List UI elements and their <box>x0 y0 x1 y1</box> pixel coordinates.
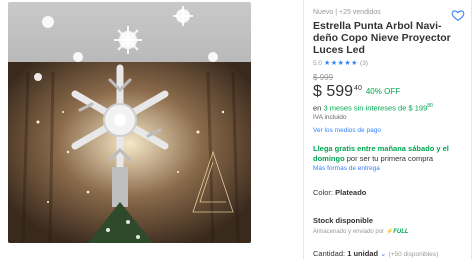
meta-separator: | <box>335 9 338 16</box>
condition-label: Nuevo <box>313 9 334 16</box>
sold-count: +25 vendidos <box>338 9 381 16</box>
installments-prefix: en <box>313 103 322 113</box>
color-label: Color: <box>313 187 334 197</box>
fulfillment-note: Almacenado y enviado por ⚡FULL <box>313 228 471 235</box>
quantity-label: Cantidad: <box>313 248 346 258</box>
tree-topper-photo <box>8 2 251 243</box>
quantity-value: 1 unidad <box>347 248 379 258</box>
shipping-info: Llega gratis entre mañana sábado y el do… <box>313 144 468 164</box>
color-value: Plateado <box>335 187 367 197</box>
shipping-rest: por ser tu primera compra <box>346 153 434 163</box>
price-row: $ 599 40 40% OFF <box>313 84 471 100</box>
product-image[interactable] <box>8 2 251 243</box>
installments-cents: 80 <box>427 103 433 109</box>
original-price: $ 999 <box>313 73 334 82</box>
installments-text: en 3 meses sin intereses de $ 19980 <box>313 103 471 113</box>
rating-score: 5.0 <box>313 59 323 67</box>
rating-row[interactable]: 5.0 ★★★★★ (3) <box>313 59 471 68</box>
tax-note: IVA incluido <box>313 113 347 121</box>
full-badge: ⚡FULL <box>385 228 409 235</box>
product-meta: Nuevo | +25 vendidos <box>313 9 471 16</box>
color-row: Color: Plateado <box>313 188 471 197</box>
discount-badge: 40% OFF <box>365 87 401 96</box>
quantity-available: (+50 disponibles) <box>388 250 439 258</box>
installments-highlight: 3 meses sin intereses de $ 199 <box>323 103 428 113</box>
quantity-selector[interactable]: Cantidad: 1 unidad ⌄ (+50 disponibles) <box>313 249 471 258</box>
store-label: Almacenado y enviado por <box>313 228 385 235</box>
stock-title: Stock disponible <box>313 215 374 225</box>
chevron-down-icon: ⌄ <box>380 248 387 258</box>
rating-count: (3) <box>359 59 368 67</box>
product-title: Estrella Punta Arbol Navi-deño Copo Niev… <box>313 20 451 56</box>
heart-icon[interactable] <box>451 8 465 22</box>
price-cents: 40 <box>354 85 362 92</box>
payment-methods-link[interactable]: Ver los medios de pago <box>313 127 471 134</box>
delivery-options-link[interactable]: Más formas de entrega <box>313 165 471 172</box>
product-info-panel: Nuevo | +25 vendidos Estrella Punta Arbo… <box>303 0 472 259</box>
star-icons: ★★★★★ <box>324 60 358 67</box>
current-price: $ 599 <box>313 83 354 100</box>
